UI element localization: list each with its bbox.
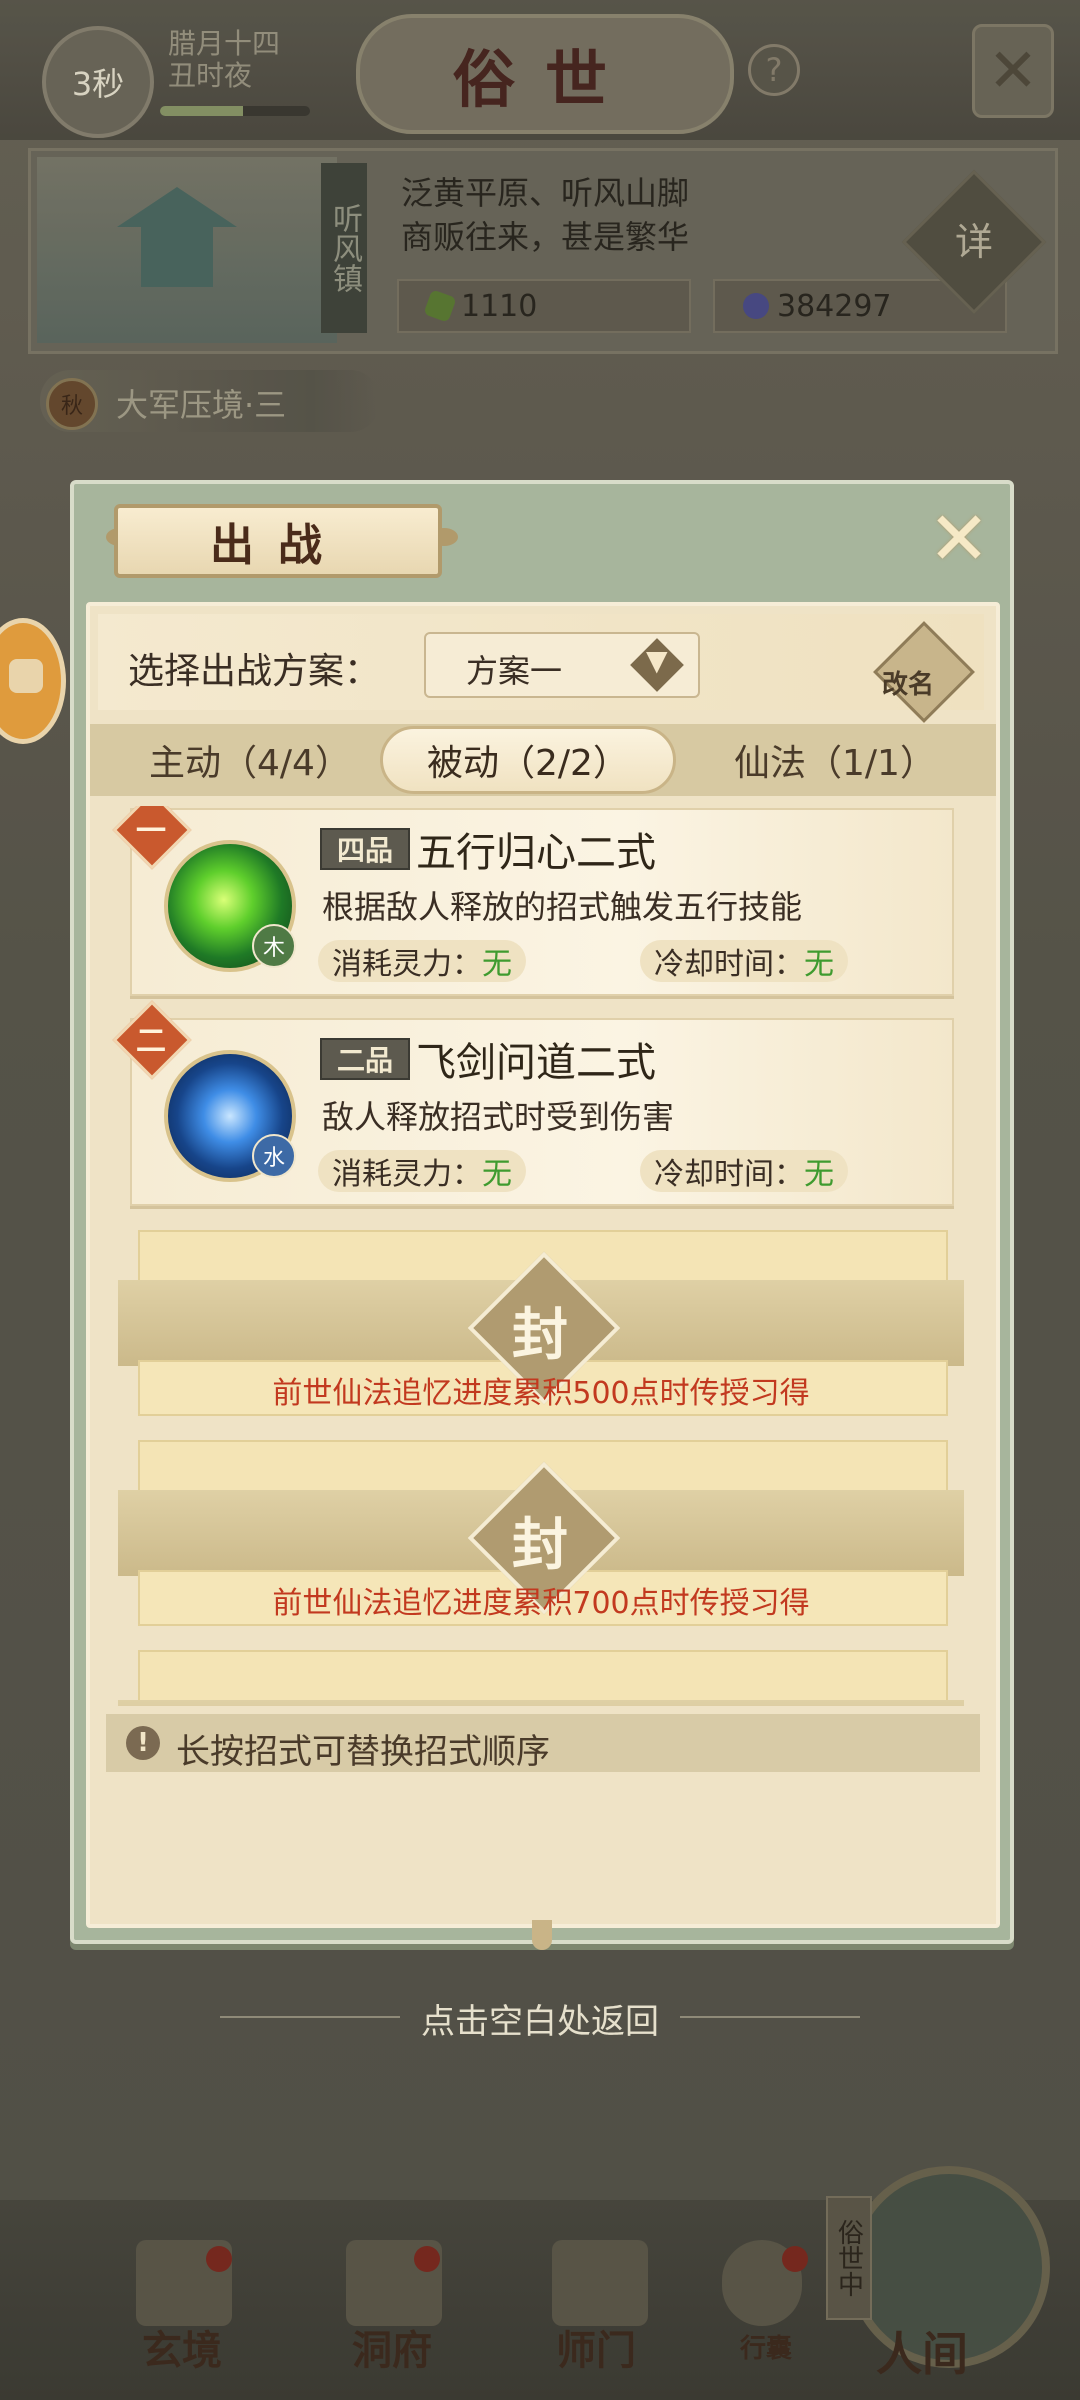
- reorder-hint: 长按招式可替换招式顺序: [176, 1732, 550, 1772]
- tab-active-skills[interactable]: 主动（4/4）: [120, 724, 380, 796]
- skill-list[interactable]: 一 木 四品 五行归心二式 根据敌人释放的招式触发五行技能 消耗灵力：无 冷却时…: [90, 806, 996, 1706]
- scheme-label: 选择出战方案：: [128, 651, 381, 692]
- skill-order: 二: [136, 1024, 166, 1059]
- cooldown-label: 冷却时间：: [654, 947, 804, 982]
- sealed-slot[interactable]: 封 前世仙法追忆进度累积500点时传授习得: [118, 1230, 964, 1416]
- skill-grade: 二品: [320, 1038, 410, 1080]
- cooldown-pill: 冷却时间：无: [640, 1150, 848, 1192]
- sealed-slot[interactable]: [118, 1650, 964, 1706]
- skill-name: 五行归心二式: [416, 830, 656, 876]
- skill-card[interactable]: 一 木 四品 五行归心二式 根据敌人释放的招式触发五行技能 消耗灵力：无 冷却时…: [112, 806, 954, 996]
- cost-pill: 消耗灵力：无: [318, 940, 526, 982]
- seal-glyph: 封: [512, 1512, 568, 1578]
- dialog-ornament: [532, 1920, 552, 1950]
- skill-description: 根据敌人释放的招式触发五行技能: [322, 888, 803, 926]
- scheme-select[interactable]: 方案一 ▼: [424, 632, 700, 698]
- scheme-row: 选择出战方案： 方案一 ▼ 改名: [98, 614, 984, 723]
- cost-value: 无: [482, 1157, 512, 1192]
- cooldown-pill: 冷却时间：无: [640, 940, 848, 982]
- sealed-slot[interactable]: 封 前世仙法追忆进度累积700点时传授习得: [118, 1440, 964, 1626]
- dialog-close-icon[interactable]: ✕: [924, 496, 994, 582]
- cost-label: 消耗灵力：: [332, 947, 482, 982]
- seal-glyph: 封: [512, 1302, 568, 1368]
- rename-label[interactable]: 改名: [882, 664, 934, 701]
- chevron-down-icon: ▼: [646, 644, 668, 677]
- hint-row: ! 长按招式可替换招式顺序: [106, 1714, 980, 1772]
- dialog-content: 选择出战方案： 方案一 ▼ 改名 主动（4/4） 被动（2/2） 仙法（1/1）…: [86, 602, 1000, 1928]
- dialog-title: 出战: [114, 504, 442, 578]
- skill-order: 一: [136, 814, 166, 849]
- battle-dialog: 出战 ✕ 选择出战方案： 方案一 ▼ 改名 主动（4/4） 被动（2/2） 仙法…: [70, 480, 1014, 1950]
- skill-tabs: 主动（4/4） 被动（2/2） 仙法（1/1）: [90, 724, 996, 796]
- slot-band: [118, 1700, 964, 1706]
- skill-card[interactable]: 二 水 二品 飞剑问道二式 敌人释放招式时受到伤害 消耗灵力：无 冷却时间：无: [112, 1000, 954, 1206]
- scheme-selected-value: 方案一: [466, 652, 563, 690]
- skill-name: 飞剑问道二式: [416, 1040, 656, 1086]
- cost-label: 消耗灵力：: [332, 1157, 482, 1192]
- slot-bar: [138, 1650, 948, 1706]
- info-icon: !: [126, 1726, 160, 1760]
- skill-description: 敌人释放招式时受到伤害: [322, 1098, 675, 1136]
- cost-value: 无: [482, 947, 512, 982]
- tab-immortal-arts[interactable]: 仙法（1/1）: [690, 724, 980, 796]
- unlock-condition: 前世仙法追忆进度累积700点时传授习得: [272, 1586, 810, 1621]
- skill-grade: 四品: [320, 828, 410, 870]
- cooldown-value: 无: [804, 1157, 834, 1192]
- element-badge: 木: [252, 924, 296, 968]
- unlock-condition: 前世仙法追忆进度累积500点时传授习得: [272, 1376, 810, 1411]
- cooldown-label: 冷却时间：: [654, 1157, 804, 1192]
- cost-pill: 消耗灵力：无: [318, 1150, 526, 1192]
- tab-passive-skills[interactable]: 被动（2/2）: [380, 726, 676, 794]
- element-badge: 水: [252, 1134, 296, 1178]
- cooldown-value: 无: [804, 947, 834, 982]
- tap-to-return-hint[interactable]: 点击空白处返回: [0, 1994, 1080, 2043]
